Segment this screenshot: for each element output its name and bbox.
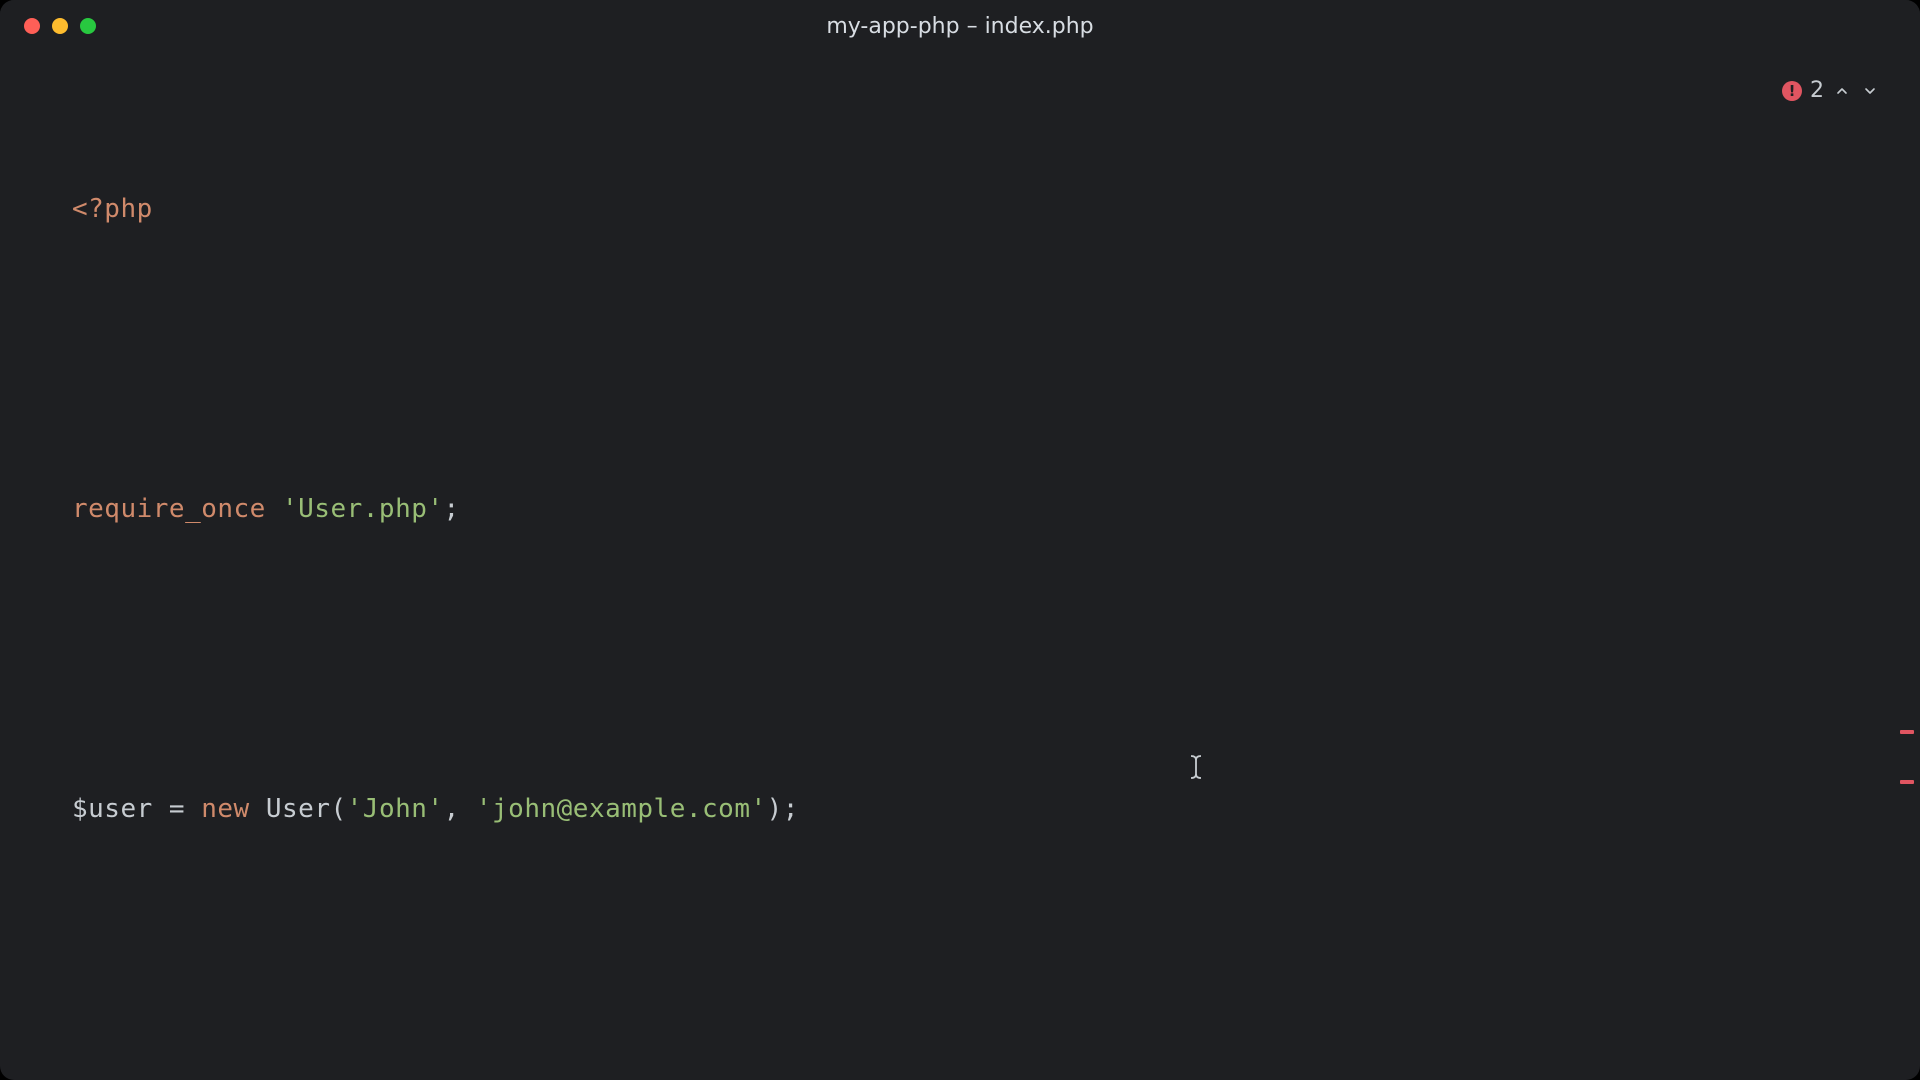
zoom-button[interactable] xyxy=(80,18,96,34)
code-line[interactable]: $user = new User('John', 'john@example.c… xyxy=(72,784,1920,834)
token-string: 'john@example.com' xyxy=(476,794,767,824)
window-title: my-app-php – index.php xyxy=(0,14,1920,39)
code-line[interactable] xyxy=(72,334,1920,384)
text-cursor-icon xyxy=(1090,697,1108,723)
minimize-button[interactable] xyxy=(52,18,68,34)
token-op: = xyxy=(153,794,201,824)
code-line[interactable] xyxy=(72,934,1920,984)
token-tag: <?php xyxy=(72,194,153,224)
token-class: User( xyxy=(250,794,347,824)
error-stripe-track[interactable] xyxy=(1898,60,1920,1070)
token-punc: , xyxy=(444,794,476,824)
token-var: $user xyxy=(72,794,153,824)
code-line[interactable] xyxy=(72,634,1920,684)
traffic-lights xyxy=(0,18,96,34)
token-keyword: require_once xyxy=(72,494,266,524)
error-marker[interactable] xyxy=(1900,730,1914,734)
token-string: 'John' xyxy=(347,794,444,824)
code-line[interactable]: <?php xyxy=(72,184,1920,234)
token-punc: ; xyxy=(444,494,460,524)
token-keyword: new xyxy=(201,794,249,824)
token-string: 'User.php' xyxy=(282,494,444,524)
code-editor[interactable]: <?php require_once 'User.php'; $user = n… xyxy=(0,52,1920,1080)
editor-window: my-app-php – index.php ! 2 <?php require… xyxy=(0,0,1920,1080)
code-line[interactable]: require_once 'User.php'; xyxy=(72,484,1920,534)
error-marker[interactable] xyxy=(1900,780,1914,784)
titlebar[interactable]: my-app-php – index.php xyxy=(0,0,1920,52)
token-punc: ); xyxy=(767,794,799,824)
close-button[interactable] xyxy=(24,18,40,34)
